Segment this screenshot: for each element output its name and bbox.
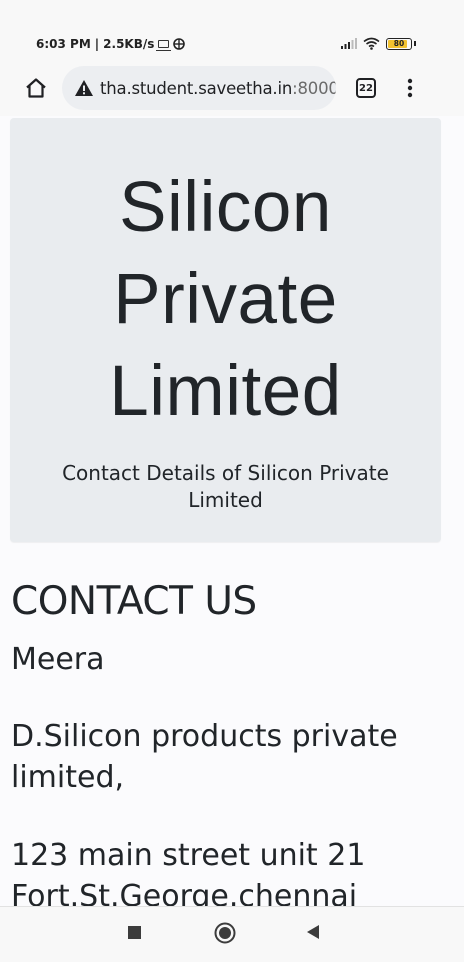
contact-company: D.Silicon products private limited, [11,719,398,795]
hero-title: Silicon Private Limited [109,168,342,431]
status-bar: 6:03 PM | 2.5KB/s 80 [0,0,464,60]
tab-count: 22 [359,82,373,94]
status-left: 6:03 PM | 2.5KB/s [36,37,186,51]
contact-address: 123 main street unit 21 Fort.St.George.c… [11,838,366,906]
laptop-icon [156,40,172,51]
recents-square-icon[interactable] [128,926,141,939]
contact-name: Meera [11,642,105,677]
more-vert-icon[interactable] [404,76,416,100]
browser-toolbar: tha.student.saveetha.in:8000 22 [0,60,464,116]
status-right: 80 [341,37,416,50]
url-text: tha.student.saveetha.in:8000 [100,79,336,98]
wifi-icon [363,37,380,50]
status-network-speed: 2.5KB/s [103,37,155,51]
battery-nub [414,41,416,46]
url-host: tha.student.saveetha.in [100,78,293,98]
battery-icon: 80 [386,37,412,50]
battery-level: 80 [393,39,405,48]
hero-subtitle: Contact Details of Silicon Private Limit… [62,461,389,512]
home-circle-icon[interactable] [214,922,236,944]
tabs-icon[interactable]: 22 [356,78,376,98]
status-separator: | [94,37,100,51]
signal-icon [341,38,357,49]
warning-icon[interactable] [74,79,94,97]
back-triangle-icon[interactable] [306,924,320,940]
phone-screen: 6:03 PM | 2.5KB/s 80 tha.student.saveeth… [0,0,464,962]
navigation-bar [0,906,464,962]
home-icon[interactable] [24,76,48,100]
globe-icon [173,38,186,50]
contact-heading: CONTACT US [11,579,257,624]
address-bar[interactable]: tha.student.saveetha.in:8000 [62,66,336,110]
url-port: :8000 [292,78,336,98]
web-content: Silicon Private Limited Contact Details … [0,116,464,906]
status-time: 6:03 PM [36,37,91,51]
hero-jumbotron: Silicon Private Limited Contact Details … [10,118,441,542]
